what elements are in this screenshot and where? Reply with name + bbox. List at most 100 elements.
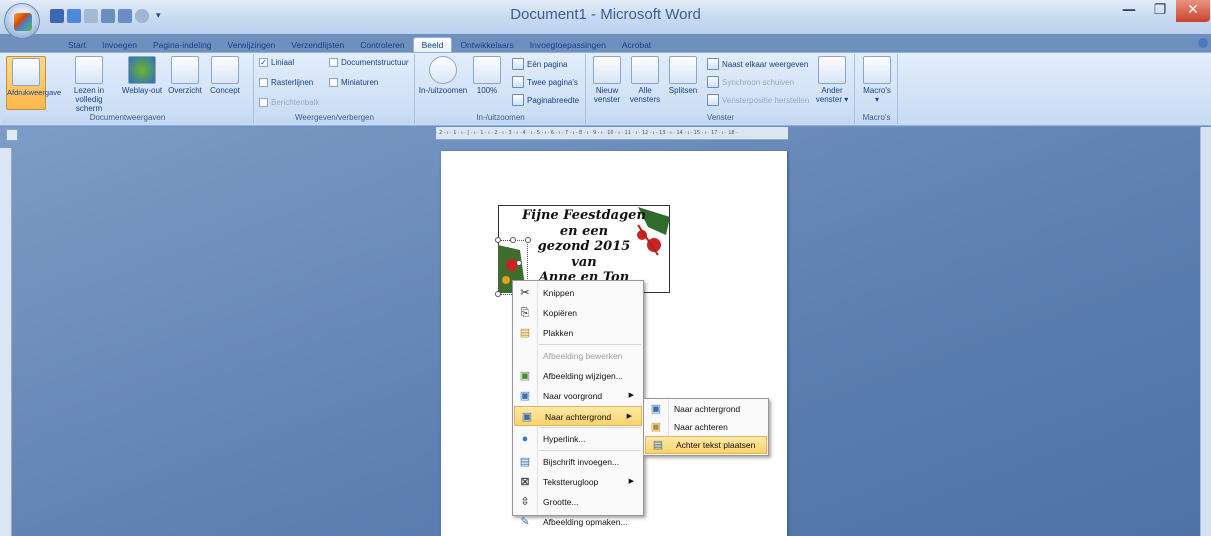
group-label: Documentweergaven	[2, 112, 253, 124]
splitsen-button[interactable]: Splitsen	[665, 56, 701, 95]
alle-vensters-button[interactable]: Alle vensters	[627, 56, 663, 104]
tab-ontwikkelaars[interactable]: Ontwikkelaars	[452, 38, 521, 53]
tab-beeld[interactable]: Beeld	[412, 37, 453, 53]
format-picture-icon: ✎	[520, 516, 530, 528]
synchroon-schuiven-button[interactable]: Synchroon schuiven	[707, 76, 794, 88]
split-icon	[669, 56, 697, 84]
menu-item-hyperlink[interactable]: ● Hyperlink...	[513, 429, 643, 449]
group-label: Weergeven/verbergen	[255, 112, 414, 124]
menu-item-naar-achtergrond[interactable]: ▣ Naar achtergrond ▶	[514, 406, 642, 426]
behind-text-icon: ▤	[652, 439, 664, 451]
tab-pagina-indeling[interactable]: Pagina-indeling	[145, 38, 220, 53]
naast-elkaar-button[interactable]: Naast elkaar weergeven	[707, 58, 808, 70]
menu-item-knippen[interactable]: ✂ Knippen	[513, 283, 643, 303]
minimize-button[interactable]: —	[1113, 0, 1145, 22]
group-label: Venster	[587, 112, 854, 124]
size-icon: ⇳	[520, 496, 530, 508]
rotate-handle[interactable]	[516, 260, 522, 266]
paginabreedte-button[interactable]: Paginabreedte	[512, 94, 579, 106]
send-to-back-icon: ▣	[650, 421, 662, 433]
bring-forward-icon: ▣	[519, 390, 531, 402]
menu-separator	[539, 344, 641, 345]
documentstructuur-checkbox[interactable]: Documentstructuur	[329, 58, 409, 67]
arrange-all-icon	[631, 56, 659, 84]
lezen-button[interactable]: Lezen in volledig scherm	[64, 56, 114, 113]
vertical-ruler[interactable]	[0, 148, 12, 536]
overzicht-button[interactable]: Overzicht	[165, 56, 205, 95]
menu-item-afbeelding-wijzigen[interactable]: ▣ Afbeelding wijzigen...	[513, 366, 643, 386]
send-backward-icon: ▣	[650, 403, 662, 415]
zoom-100-icon	[473, 56, 501, 84]
menu-item-naar-voorgrond[interactable]: ▣ Naar voorgrond ▶	[513, 386, 643, 406]
tab-invoegtoepassingen[interactable]: Invoegtoepassingen	[522, 38, 614, 53]
resize-handle[interactable]	[510, 237, 516, 243]
nieuw-venster-button[interactable]: Nieuw venster	[589, 56, 625, 104]
two-pages-icon	[512, 76, 524, 88]
text-wrap-icon: ⊠	[520, 476, 530, 488]
card-line: en een	[559, 223, 609, 239]
miniaturen-checkbox[interactable]: Miniaturen	[329, 78, 378, 87]
reset-window-icon	[707, 94, 719, 106]
afdrukweergave-button[interactable]: Afdrukweergave	[6, 56, 61, 110]
menu-item-kopieren[interactable]: ⎘ Kopiëren	[513, 303, 643, 323]
context-menu: ✂ Knippen ⎘ Kopiëren ▤ Plakken Afbeelding b…	[512, 280, 644, 528]
horizontal-ruler[interactable]: · 2 · ı · 1 · ı · [ · ı · 1 · ı · 2 · ı …	[436, 127, 788, 140]
zoom-button[interactable]: In-/uitzoomen	[418, 56, 468, 95]
menu-item-plakken[interactable]: ▤ Plakken	[513, 323, 643, 343]
paste-icon: ▤	[519, 327, 531, 339]
group-label: Macro's	[856, 112, 897, 124]
submenu-item-naar-achteren[interactable]: ▣ Naar achteren	[644, 418, 768, 436]
switch-windows-icon	[818, 56, 846, 84]
page-width-icon	[512, 94, 524, 106]
macros-button[interactable]: Macro's ▾	[860, 56, 894, 104]
new-window-icon	[593, 56, 621, 84]
group-label: In-/uitzoomen	[416, 112, 585, 124]
resize-handle[interactable]	[525, 237, 531, 243]
een-pagina-button[interactable]: Eén pagina	[512, 58, 567, 70]
help-icon[interactable]	[1198, 38, 1208, 48]
menu-item-afbeelding-opmaken[interactable]: ✎ Afbeelding opmaken...	[513, 512, 643, 532]
card-line: Fijne Feestdagen	[522, 208, 646, 223]
zoom-100-button[interactable]: 100%	[470, 56, 504, 95]
scissors-icon: ✂	[520, 287, 530, 299]
submenu-arrow-icon: ▶	[626, 413, 632, 420]
tab-start[interactable]: Start	[60, 38, 94, 53]
liniaal-checkbox[interactable]: ✓ Liniaal	[259, 58, 294, 67]
group-macros: Macro's ▾ Macro's	[856, 54, 898, 124]
submenu-item-naar-achtergrond[interactable]: ▣ Naar achtergrond	[644, 400, 768, 418]
magnifier-icon	[429, 56, 457, 84]
menu-item-grootte[interactable]: ⇳ Grootte...	[513, 492, 643, 512]
menu-item-bijschrift[interactable]: ▤ Bijschrift invoegen...	[513, 452, 643, 472]
tab-selector-button[interactable]	[6, 129, 18, 141]
vertical-scrollbar[interactable]	[1200, 127, 1211, 536]
send-backward-icon: ▣	[521, 411, 533, 423]
group-weergeven-verbergen: ✓ Liniaal Rasterlijnen Berichtenbalk Docu…	[255, 54, 415, 124]
checkbox-icon	[329, 78, 338, 87]
berichtenbalk-checkbox[interactable]: Berichtenbalk	[259, 98, 319, 107]
weblay-out-button[interactable]: Weblay-out	[118, 56, 166, 95]
tab-invoegen[interactable]: Invoegen	[94, 38, 145, 53]
close-button[interactable]: ✕	[1176, 0, 1210, 22]
tab-verzendlijsten[interactable]: Verzendlijsten	[283, 38, 352, 53]
submenu-arrow-icon: ▶	[628, 392, 634, 399]
one-page-icon	[512, 58, 524, 70]
submenu-item-achter-tekst-plaatsen[interactable]: ▤ Achter tekst plaatsen	[645, 436, 767, 454]
tab-acrobat[interactable]: Acrobat	[614, 38, 659, 53]
draft-icon	[211, 56, 239, 84]
tab-controleren[interactable]: Controleren	[352, 38, 412, 53]
rasterlijnen-checkbox[interactable]: Rasterlijnen	[259, 78, 313, 87]
copy-icon: ⎘	[520, 307, 530, 319]
menu-item-tekstterugloop[interactable]: ⊠ Tekstterugloop ▶	[513, 472, 643, 492]
ribbon-tabs: Start Invoegen Pagina-indeling Verwijzin…	[60, 34, 659, 53]
ander-venster-button[interactable]: Ander venster ▾	[813, 56, 851, 104]
office-button[interactable]	[4, 3, 40, 39]
twee-paginas-button[interactable]: Twee pagina's	[512, 76, 578, 88]
submenu-arrow-icon: ▶	[628, 478, 634, 485]
tab-verwijzingen[interactable]: Verwijzingen	[220, 38, 284, 53]
vensterpositie-button[interactable]: Vensterpositie herstellen	[707, 94, 809, 106]
concept-button[interactable]: Concept	[205, 56, 245, 95]
menu-item-afbeelding-bewerken[interactable]: Afbeelding bewerken	[513, 346, 643, 366]
maximize-button[interactable]: ❐	[1144, 0, 1176, 22]
resize-handle[interactable]	[495, 291, 501, 297]
resize-handle[interactable]	[495, 237, 501, 243]
